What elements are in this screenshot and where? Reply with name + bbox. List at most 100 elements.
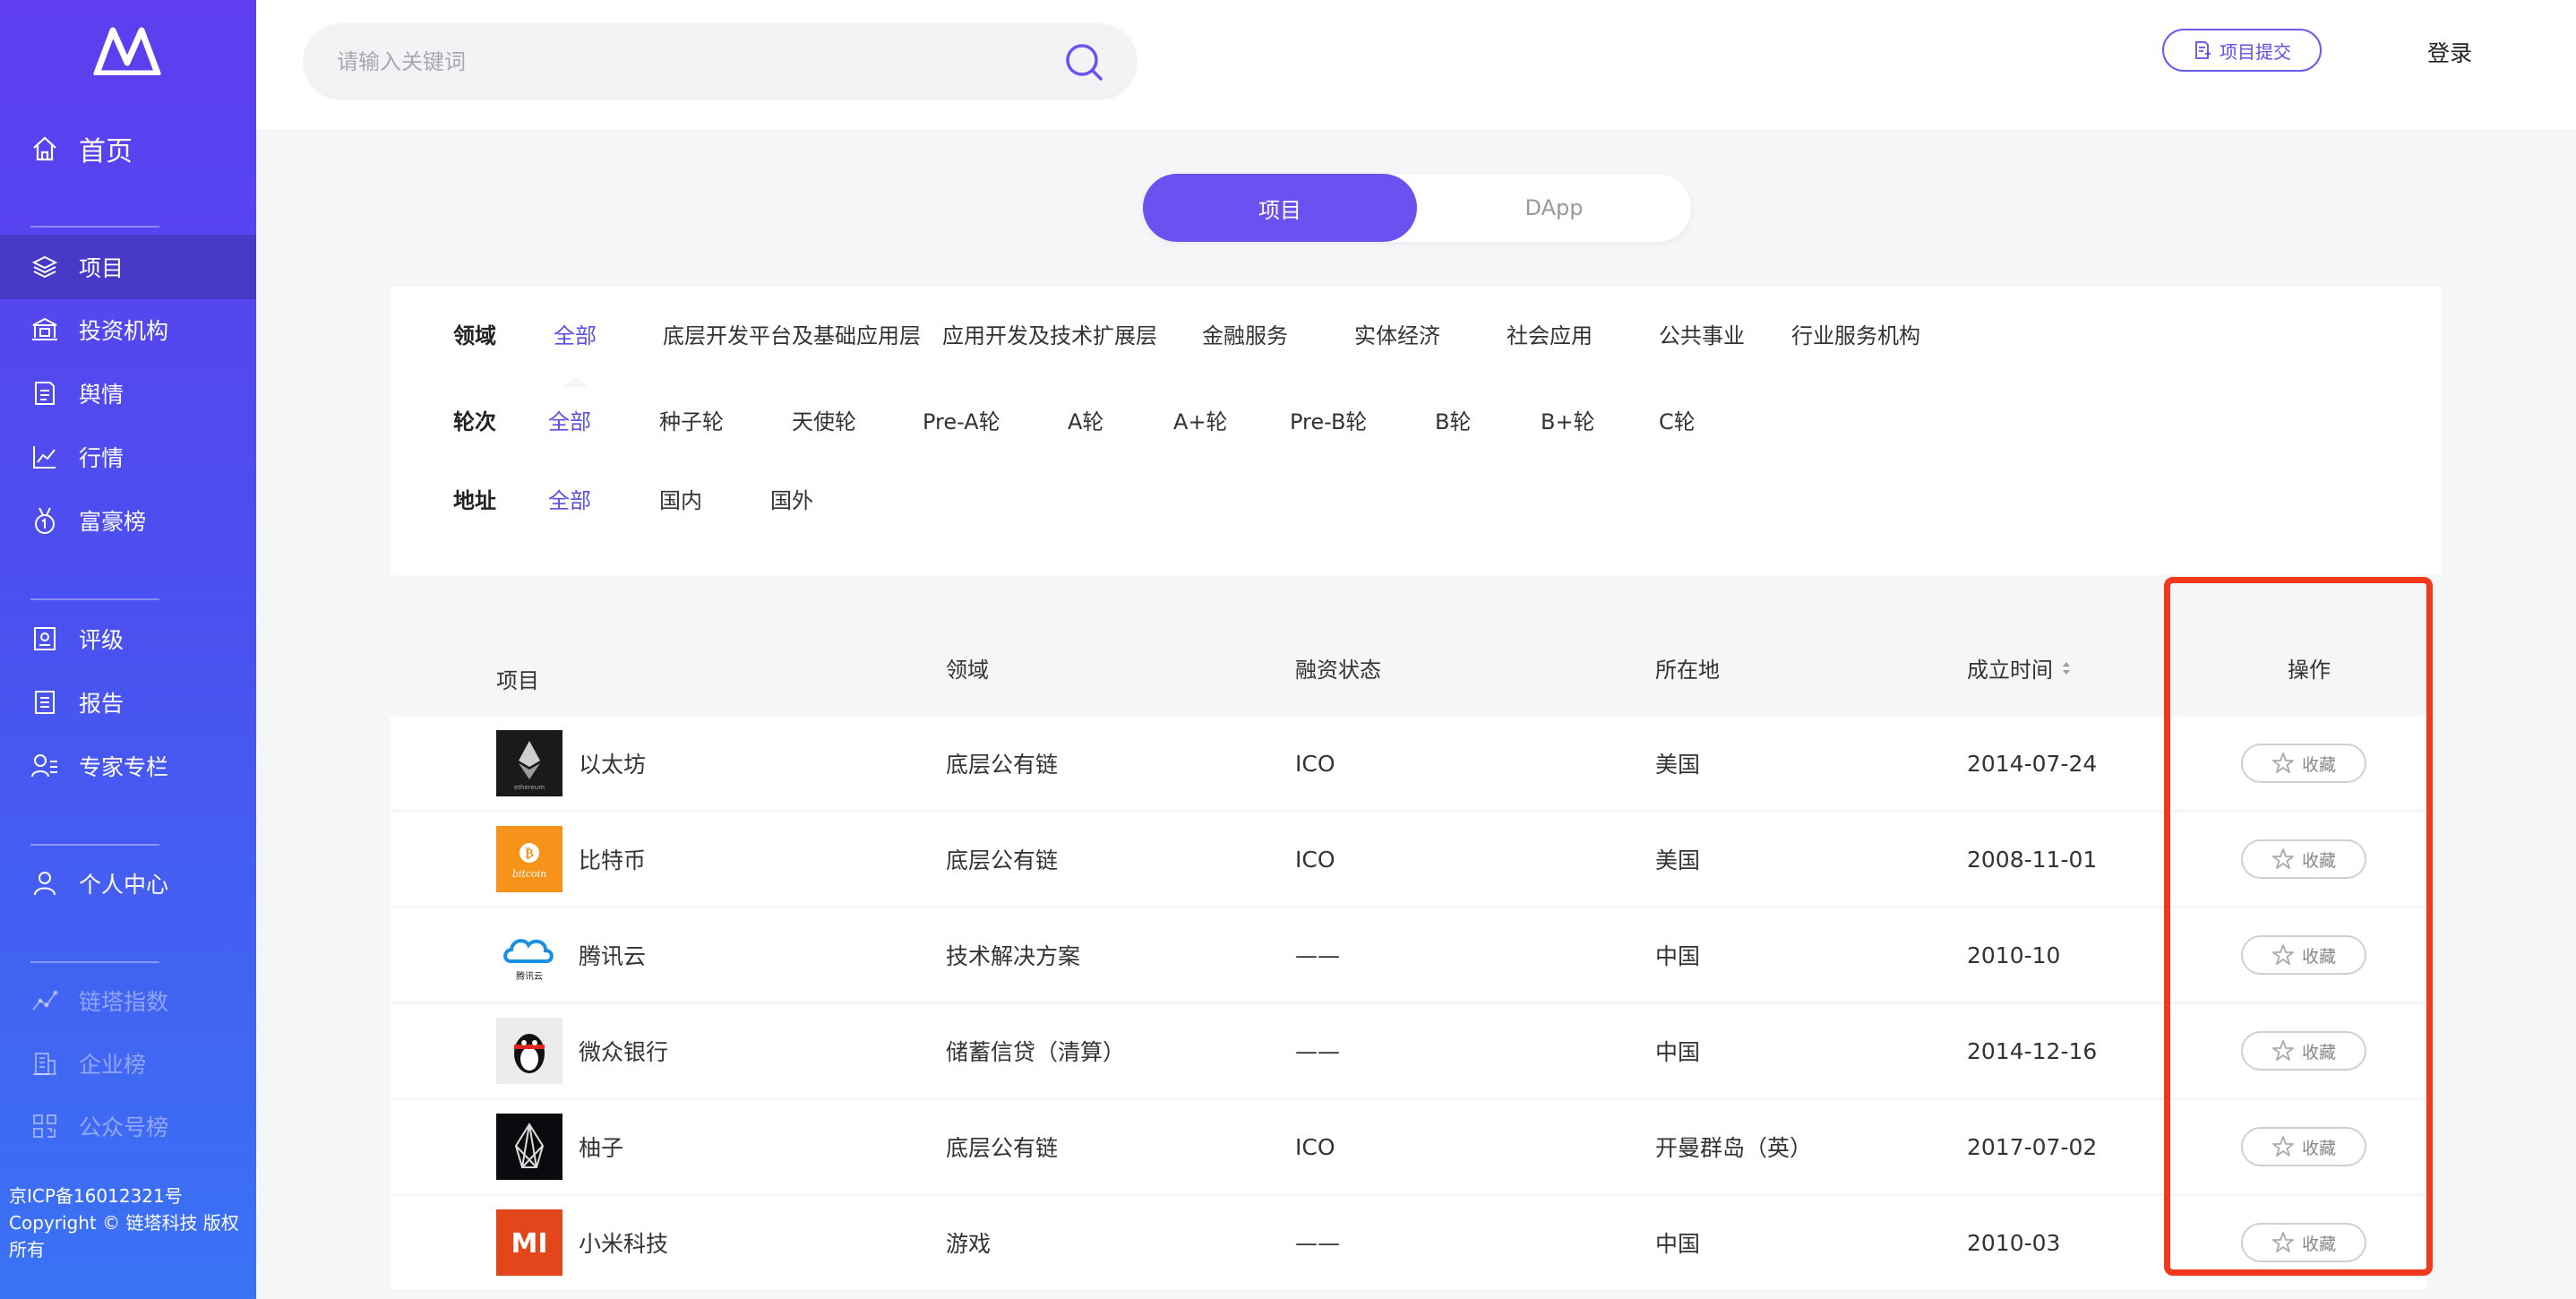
col-header-funding: 融资状态 <box>1295 658 1381 683</box>
project-name[interactable]: 柚子 <box>579 1131 623 1163</box>
top-header: 项目提交 登录 <box>256 0 2576 129</box>
sidebar-item-investors[interactable]: 投资机构 <box>0 297 256 362</box>
linktower-logo[interactable] <box>93 27 161 75</box>
favorite-label: 收藏 <box>2301 1042 2336 1062</box>
sidebar-item-experts[interactable]: 专家专栏 <box>0 734 256 798</box>
filter-option-all[interactable]: 全部 <box>548 483 591 514</box>
filter-option[interactable]: 种子轮 <box>659 404 724 435</box>
sidebar-item-reports[interactable]: 报告 <box>0 670 256 735</box>
tencent-cloud-logo: 腾讯云 <box>496 922 562 988</box>
filter-option-all[interactable]: 全部 <box>548 404 591 435</box>
filter-option[interactable]: 实体经济 <box>1354 318 1440 349</box>
filter-option[interactable]: B轮 <box>1435 404 1471 435</box>
submit-project-button[interactable]: 项目提交 <box>2162 29 2322 72</box>
filter-option[interactable]: 社会应用 <box>1507 318 1593 349</box>
funding-cell: ICO <box>1295 1133 1335 1160</box>
sidebar-divider <box>30 598 159 600</box>
filter-option[interactable]: 行业服务机构 <box>1791 318 1920 349</box>
tab-projects[interactable]: 项目 <box>1143 174 1417 242</box>
medal-icon <box>30 506 59 535</box>
sidebar-item-projects[interactable]: 项目 <box>0 235 256 299</box>
domain-cell: 储蓄信贷（清算） <box>946 1039 1126 1065</box>
favorite-button[interactable]: 收藏 <box>2241 744 2366 783</box>
project-name[interactable]: 以太坊 <box>579 747 646 779</box>
selected-caret <box>562 376 588 387</box>
table-header: 项目 领域 融资状态 所在地 成立时间 操作 <box>391 609 2427 717</box>
funding-cell: —— <box>1295 1037 1340 1064</box>
filter-panel: 领域 全部 底层开发平台及基础应用层 应用开发及技术扩展层 金融服务 实体经济 … <box>391 287 2442 575</box>
filter-option[interactable]: B+轮 <box>1541 404 1595 435</box>
search-input[interactable] <box>335 48 1062 75</box>
favorite-button[interactable]: 收藏 <box>2241 1031 2366 1071</box>
sidebar-item-label: 富豪榜 <box>79 509 147 535</box>
ethereum-logo-text: ethereum <box>514 784 545 791</box>
filter-option[interactable]: 底层开发平台及基础应用层 <box>663 318 921 349</box>
qrcode-icon <box>30 1112 59 1140</box>
sort-icon[interactable] <box>2060 659 2073 677</box>
table-row[interactable]: ₿ bitcoin 比特币 底层公有链 ICO 美国 2008-11-01 收藏 <box>391 813 2427 906</box>
location-cell: 中国 <box>1655 1231 1701 1257</box>
tab-dapp[interactable]: DApp <box>1417 174 1691 242</box>
favorite-button[interactable]: 收藏 <box>2241 935 2366 975</box>
sidebar-item-home[interactable]: 首页 <box>0 116 256 181</box>
index-icon <box>30 986 59 1015</box>
project-name[interactable]: 腾讯云 <box>579 939 646 971</box>
sidebar-item-rating[interactable]: 评级 <box>0 606 256 671</box>
project-name[interactable]: 小米科技 <box>579 1226 668 1259</box>
sidebar-item-label: 项目 <box>79 255 125 281</box>
sidebar-item-enterprise-list[interactable]: 企业榜 <box>0 1031 256 1096</box>
table-row[interactable]: ethereum 以太坊 底层公有链 ICO 美国 2014-07-24 收藏 <box>391 717 2427 810</box>
xiaomi-logo: MI <box>496 1209 562 1276</box>
sidebar-item-wechat-list[interactable]: 公众号榜 <box>0 1094 256 1158</box>
col-header-domain: 领域 <box>946 658 989 683</box>
location-cell: 开曼群岛（英） <box>1655 1135 1813 1161</box>
filter-option[interactable]: C轮 <box>1659 404 1696 435</box>
filter-option[interactable]: 国内 <box>659 483 702 514</box>
founded-cell: 2014-12-16 <box>1967 1037 2098 1064</box>
filter-option[interactable]: A轮 <box>1068 404 1103 435</box>
filter-option[interactable]: 天使轮 <box>792 404 856 435</box>
ethereum-logo: ethereum <box>496 730 562 796</box>
action-cell: 收藏 <box>2241 813 2366 906</box>
table-row[interactable]: 柚子 底层公有链 ICO 开曼群岛（英） 2017-07-02 收藏 <box>391 1100 2427 1193</box>
sidebar-divider <box>30 961 159 963</box>
sidebar-item-news[interactable]: 舆情 <box>0 361 256 426</box>
login-link[interactable]: 登录 <box>2427 36 2472 68</box>
filter-option[interactable]: 公共事业 <box>1659 318 1745 349</box>
bitcoin-logo: ₿ bitcoin <box>496 826 562 892</box>
project-cell: 微众银行 <box>496 1004 668 1097</box>
filter-option[interactable]: 应用开发及技术扩展层 <box>942 318 1157 349</box>
col-header-actions: 操作 <box>2288 658 2331 683</box>
domain-cell: 底层公有链 <box>946 1135 1059 1161</box>
funding-cell: —— <box>1295 942 1340 968</box>
filter-option[interactable]: 国外 <box>770 483 813 514</box>
search-bar <box>303 23 1138 100</box>
funding-cell: —— <box>1295 1229 1340 1256</box>
favorite-button[interactable]: 收藏 <box>2241 839 2366 879</box>
favorite-label: 收藏 <box>2301 1234 2336 1254</box>
project-name[interactable]: 比特币 <box>579 843 646 875</box>
table-row[interactable]: 腾讯云 腾讯云 技术解决方案 —— 中国 2010-10 收藏 <box>391 908 2427 1002</box>
col-header-project: 项目 <box>496 668 539 693</box>
favorite-button[interactable]: 收藏 <box>2241 1127 2366 1166</box>
submit-doc-icon <box>2195 41 2211 59</box>
filter-option[interactable]: 金融服务 <box>1202 318 1288 349</box>
col-header-founded-label: 成立时间 <box>1967 658 2053 683</box>
table-row[interactable]: MI 小米科技 游戏 —— 中国 2010-03 收藏 <box>391 1196 2427 1289</box>
table-row[interactable]: 微众银行 储蓄信贷（清算） —— 中国 2014-12-16 收藏 <box>391 1004 2427 1097</box>
sidebar-item-chain-index[interactable]: 链塔指数 <box>0 968 256 1033</box>
sidebar-item-rich-list[interactable]: 富豪榜 <box>0 488 256 553</box>
filter-option-all[interactable]: 全部 <box>554 318 597 349</box>
star-icon <box>2272 1232 2294 1252</box>
project-name[interactable]: 微众银行 <box>579 1035 668 1067</box>
favorite-label: 收藏 <box>2301 1138 2336 1158</box>
sidebar-item-label: 行情 <box>79 445 125 471</box>
sidebar-item-market[interactable]: 行情 <box>0 425 256 489</box>
filter-option[interactable]: Pre-B轮 <box>1290 404 1367 435</box>
favorite-button[interactable]: 收藏 <box>2241 1223 2366 1262</box>
sidebar-item-personal-center[interactable]: 个人中心 <box>0 851 256 916</box>
filter-option[interactable]: A+轮 <box>1173 404 1228 435</box>
search-icon[interactable] <box>1062 40 1105 83</box>
filter-option[interactable]: Pre-A轮 <box>923 404 1000 435</box>
col-header-founded[interactable]: 成立时间 <box>1967 652 2073 684</box>
